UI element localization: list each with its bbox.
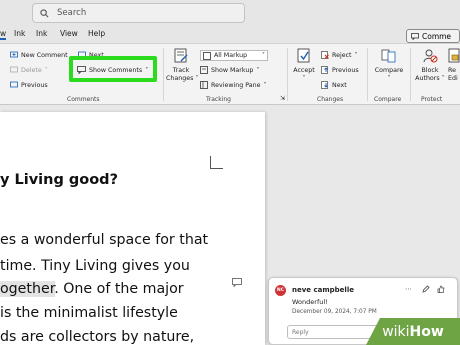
show-markup-button[interactable]: Show Markup ˅ — [200, 66, 259, 74]
track-changes-label-1: Track — [172, 67, 190, 74]
track-changes-button[interactable]: Track Changes ˅ — [166, 48, 199, 83]
previous-change-label: Previous — [332, 66, 359, 74]
comment-icon — [411, 32, 419, 40]
tracking-group-label: Tracking — [206, 96, 231, 103]
reject-icon — [321, 51, 329, 59]
comment-author: neve campbelle — [292, 286, 354, 294]
title-bar: Search — [0, 0, 460, 26]
protect-group-label: Protect — [421, 96, 443, 103]
previous-change-icon — [321, 66, 328, 74]
group-divider — [367, 48, 368, 101]
search-input[interactable]: Search — [32, 3, 245, 23]
changes-group-label: Changes — [317, 96, 344, 103]
margin-corner-mark — [210, 156, 223, 169]
chevron-down-icon: ˅ — [193, 75, 199, 82]
comment-anchor-icon[interactable] — [232, 278, 242, 287]
compare-group-label: Compare — [374, 96, 402, 103]
document-line-commented: ogether. One of the major — [0, 281, 184, 297]
block-authors-icon — [423, 49, 438, 63]
show-markup-label: Show Markup — [211, 66, 254, 74]
comment-date: December 09, 2024, 7:07 PM — [292, 309, 377, 315]
reply-placeholder: Reply — [292, 328, 309, 336]
document-page: y Living good? es a wonderful space for … — [0, 112, 265, 345]
watermark-how: How — [409, 323, 444, 340]
tab-review[interactable]: w — [0, 29, 7, 40]
more-options-icon[interactable]: ⋯ — [405, 285, 412, 293]
watermark-wiki: wiki — [382, 323, 410, 340]
edit-icon[interactable] — [422, 285, 430, 293]
chevron-down-icon: ˅ — [387, 75, 391, 82]
delete-comment-icon — [10, 66, 18, 73]
block-authors-button[interactable]: Block Authors ˅ — [413, 48, 447, 83]
track-changes-icon — [174, 48, 188, 63]
group-divider — [410, 48, 411, 101]
restrict-editing-label-2: Edi — [448, 75, 458, 82]
compare-button[interactable]: Compare ˅ — [372, 48, 406, 83]
tab-ink-1[interactable]: Ink — [14, 29, 25, 38]
next-change-button[interactable]: Next — [321, 81, 347, 89]
document-line: time. Tiny Living gives you — [0, 258, 190, 274]
chevron-down-icon: ˅ — [302, 75, 306, 82]
track-changes-label-2: Changes — [166, 75, 194, 82]
comments-pane-label: Comme — [422, 31, 452, 41]
delete-comment-button[interactable]: Delete ˅ — [10, 66, 48, 74]
menu-bar: w Ink Ink View Help — [0, 26, 460, 42]
reviewing-pane-icon — [200, 81, 208, 89]
comments-group-label: Comments — [67, 96, 100, 103]
chevron-down-icon: ˅ — [261, 52, 265, 59]
restrict-editing-icon — [448, 48, 460, 63]
document-line: is the minimalist lifestyle — [0, 305, 178, 321]
new-comment-label: New Comment — [21, 51, 68, 59]
wikihow-watermark: wiki How — [366, 318, 460, 345]
new-comment-icon — [10, 51, 18, 58]
previous-comment-label: Previous — [21, 81, 48, 89]
chevron-down-icon: ˅ — [44, 66, 48, 74]
compare-icon — [381, 49, 396, 63]
delete-comment-label: Delete — [21, 66, 42, 74]
tab-ink-2[interactable]: Ink — [36, 29, 47, 38]
next-change-icon — [321, 81, 328, 89]
compare-label: Compare — [374, 67, 404, 74]
previous-change-button[interactable]: Previous — [321, 66, 359, 74]
markup-select-value: All Markup — [214, 52, 248, 59]
group-divider — [163, 48, 164, 101]
markup-icon — [203, 51, 211, 60]
reject-label: Reject — [332, 51, 352, 59]
document-heading: y Living good? — [0, 172, 118, 188]
block-authors-label-1: Block — [421, 67, 439, 74]
chevron-down-icon: ˅ — [256, 66, 260, 74]
search-icon — [40, 8, 49, 17]
previous-comment-icon — [10, 81, 18, 88]
like-icon[interactable] — [437, 285, 445, 293]
next-change-label: Next — [332, 81, 347, 89]
avatar: NC — [275, 285, 286, 296]
restrict-editing-button[interactable]: Re Edi — [448, 48, 460, 83]
accept-button[interactable]: Accept ˅ — [290, 48, 318, 83]
new-comment-button[interactable]: New Comment — [10, 51, 68, 59]
restrict-editing-label-1: Re — [448, 67, 456, 74]
show-markup-icon — [200, 66, 208, 74]
reviewing-pane-button[interactable]: Reviewing Pane ˅ — [200, 81, 267, 89]
tab-view[interactable]: View — [60, 29, 78, 38]
reviewing-pane-label: Reviewing Pane — [211, 81, 261, 89]
tracking-options-launcher[interactable]: ⇲ — [280, 95, 285, 102]
document-line: es a wonderful space for that — [0, 232, 209, 248]
tab-help[interactable]: Help — [88, 29, 105, 38]
comments-pane-button[interactable]: Comme — [406, 29, 460, 43]
block-authors-label-2: Authors — [415, 75, 440, 82]
reject-button[interactable]: Reject ˅ — [321, 51, 358, 59]
chevron-down-icon: ˅ — [354, 51, 358, 59]
chevron-down-icon: ˅ — [263, 81, 267, 89]
document-line: ds are collectors by nature, — [0, 329, 195, 345]
comment-text: Wonderful! — [292, 298, 328, 306]
chevron-down-icon: ˅ — [439, 75, 445, 82]
group-divider — [287, 48, 288, 101]
accept-label: Accept — [293, 67, 315, 74]
show-comments-highlight — [69, 56, 157, 82]
accept-icon — [297, 48, 310, 63]
search-placeholder: Search — [57, 8, 87, 18]
markup-select[interactable]: All Markup ˅ — [200, 50, 268, 61]
previous-comment-button[interactable]: Previous — [10, 81, 48, 89]
